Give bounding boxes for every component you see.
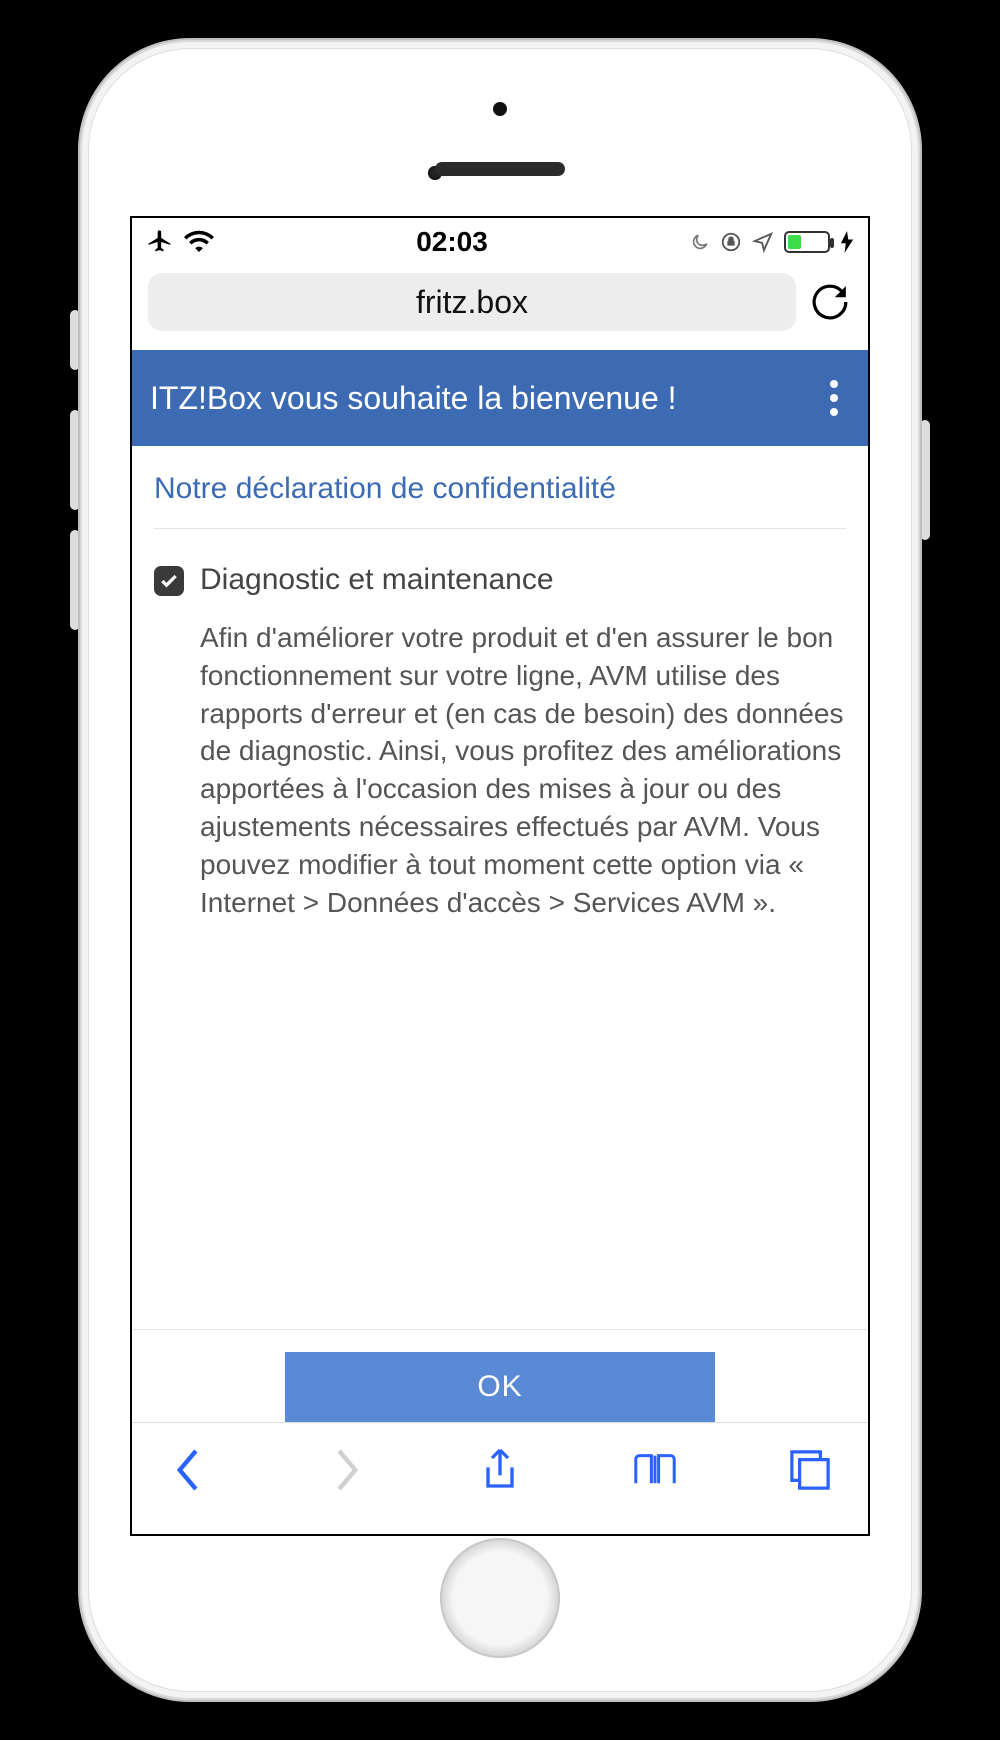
page-header-title: ITZ!Box vous souhaite la bienvenue ! xyxy=(150,380,677,417)
charging-icon xyxy=(840,231,854,253)
url-field[interactable]: fritz.box xyxy=(148,273,796,331)
battery-icon xyxy=(784,231,830,253)
diagnostics-label: Diagnostic et maintenance xyxy=(200,563,846,597)
phone-silent-switch xyxy=(70,310,80,370)
bookmarks-button[interactable] xyxy=(627,1442,683,1498)
safari-toolbar xyxy=(132,1422,868,1516)
phone-top-sensor xyxy=(493,102,507,116)
phone-inner: 02:03 xyxy=(88,48,912,1692)
url-text: fritz.box xyxy=(416,284,528,321)
page-content: Notre déclaration de confidentialité Dia… xyxy=(132,446,868,1422)
home-button[interactable] xyxy=(440,1538,560,1658)
phone-speaker xyxy=(435,162,565,176)
diagnostics-description: Afin d'améliorer votre produit et d'en a… xyxy=(200,619,846,921)
airplane-icon xyxy=(146,228,174,256)
diagnostics-section: Diagnostic et maintenance Afin d'amélior… xyxy=(154,529,846,921)
wifi-icon xyxy=(184,230,214,254)
safari-url-bar: fritz.box xyxy=(132,266,868,350)
reload-button[interactable] xyxy=(808,280,852,324)
location-icon xyxy=(752,231,774,253)
phone-power-button xyxy=(920,420,930,540)
kebab-menu-button[interactable] xyxy=(822,372,846,424)
phone-frame: 02:03 xyxy=(80,40,920,1700)
phone-volume-down xyxy=(70,530,80,630)
tabs-button[interactable] xyxy=(782,1442,838,1498)
ios-status-bar: 02:03 xyxy=(132,218,868,266)
forward-button[interactable] xyxy=(317,1442,373,1498)
phone-volume-up xyxy=(70,410,80,510)
privacy-link[interactable]: Notre déclaration de confidentialité xyxy=(154,472,846,529)
orientation-lock-icon xyxy=(720,231,742,253)
page-header: ITZ!Box vous souhaite la bienvenue ! xyxy=(132,350,868,446)
phone-screen: 02:03 xyxy=(130,216,870,1536)
action-area: OK xyxy=(132,1329,868,1422)
ok-button[interactable]: OK xyxy=(285,1352,715,1422)
status-time: 02:03 xyxy=(416,226,488,258)
back-button[interactable] xyxy=(162,1442,218,1498)
share-button[interactable] xyxy=(472,1442,528,1498)
moon-icon xyxy=(690,232,710,252)
diagnostics-checkbox[interactable] xyxy=(154,566,184,596)
